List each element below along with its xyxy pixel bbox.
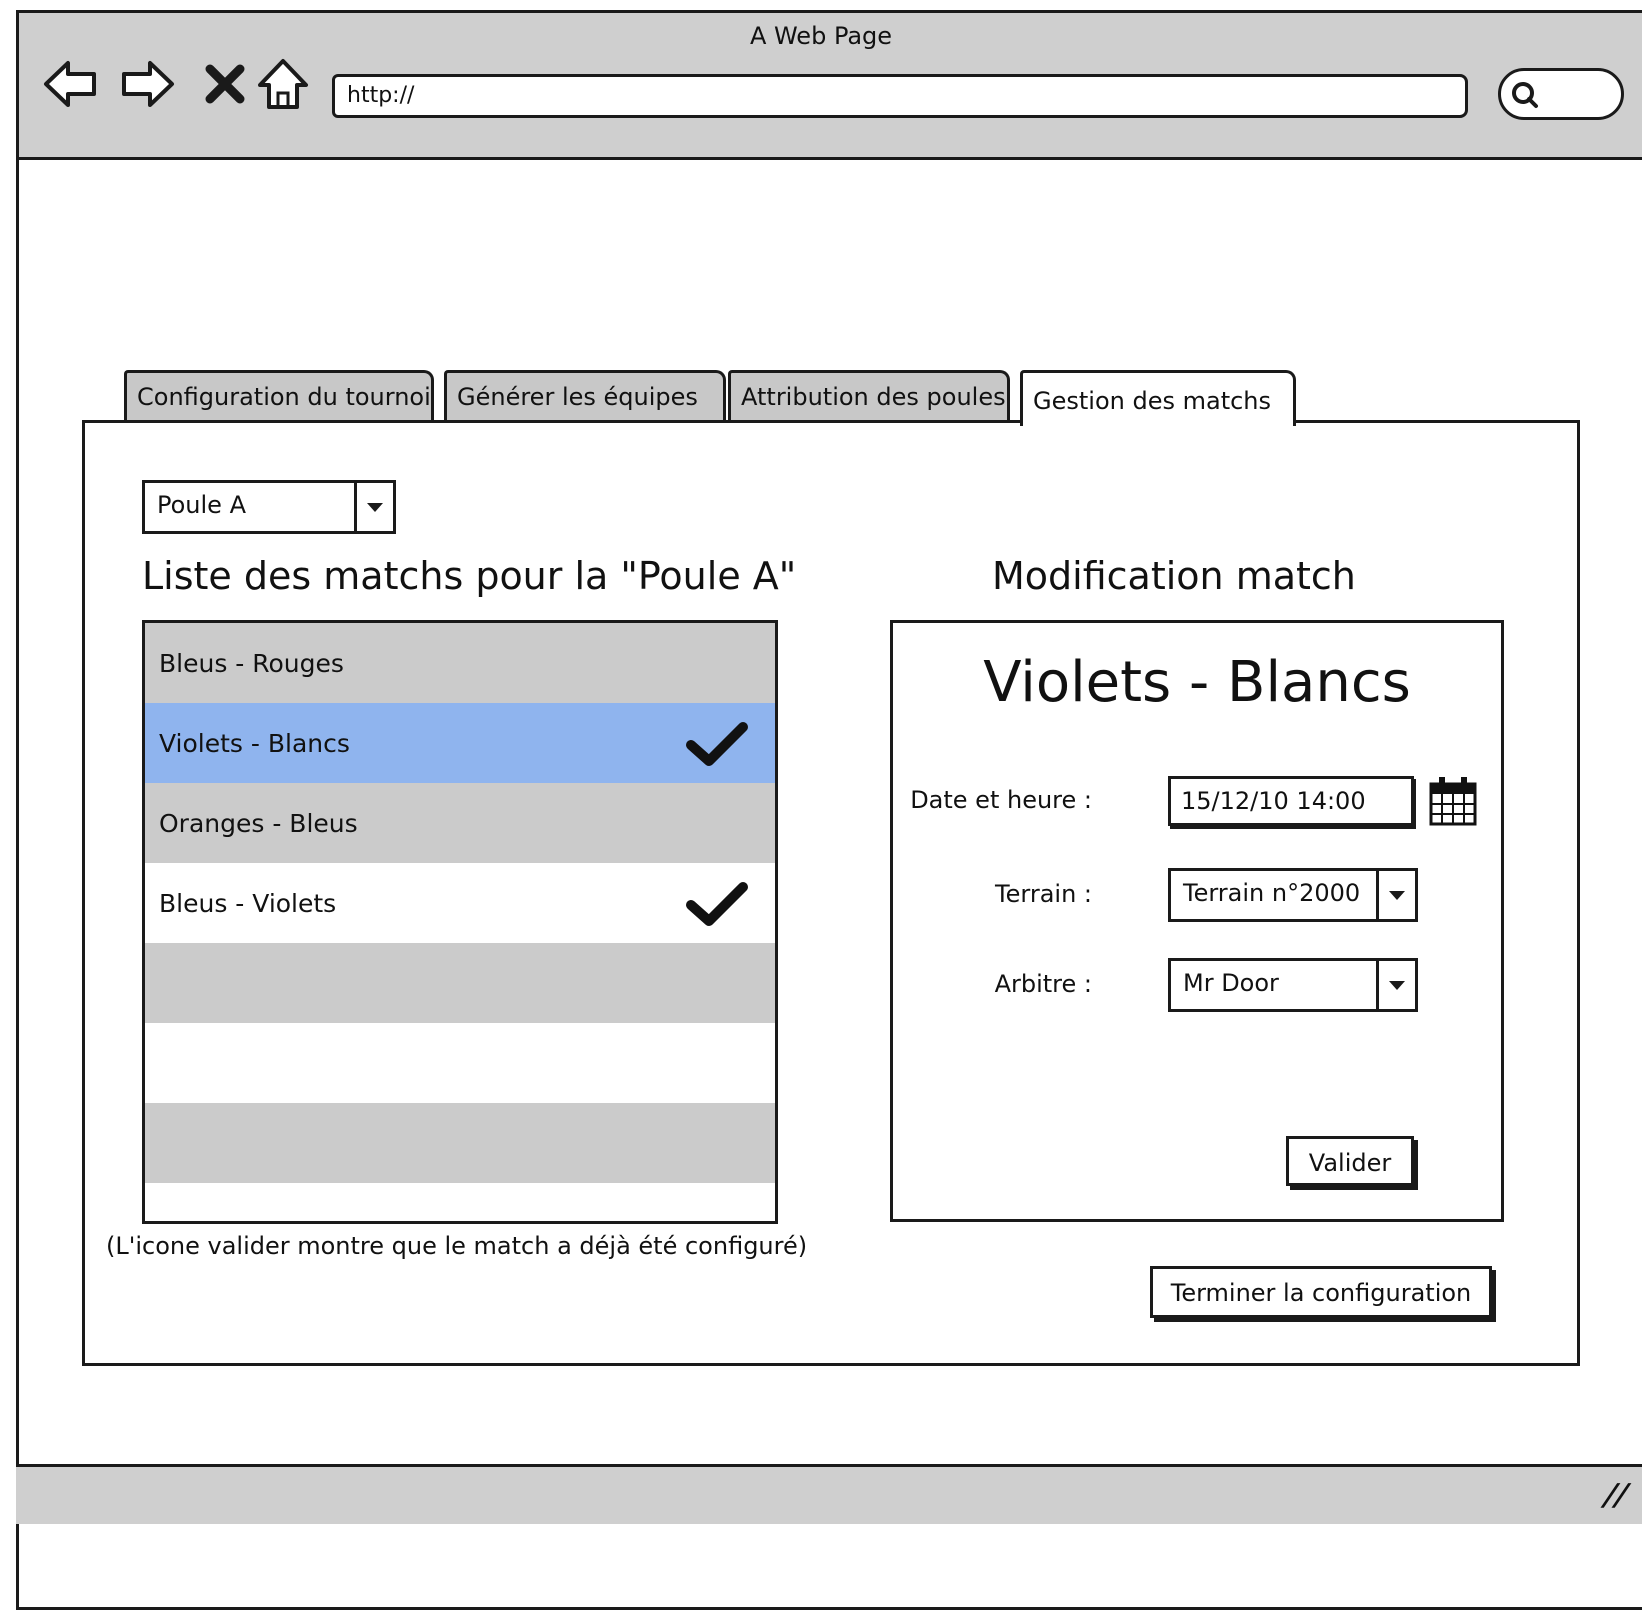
list-item[interactable] xyxy=(145,1023,775,1103)
pool-select[interactable]: Poule A xyxy=(142,480,396,534)
list-item-selected[interactable]: Violets - Blancs xyxy=(145,703,775,783)
date-label: Date et heure : xyxy=(910,786,1092,814)
chevron-down-icon[interactable] xyxy=(1376,871,1415,919)
tab-configuration-tournoi[interactable]: Configuration du tournoi xyxy=(124,370,434,420)
stop-icon[interactable] xyxy=(196,55,254,113)
match-list-heading: Liste des matchs pour la "Poule A" xyxy=(142,554,797,598)
tab-gestion-matchs[interactable]: Gestion des matchs xyxy=(1020,370,1296,426)
list-item[interactable] xyxy=(145,1183,775,1221)
arbitre-label: Arbitre : xyxy=(994,970,1092,998)
back-arrow-icon[interactable] xyxy=(42,55,100,113)
browser-search-field[interactable] xyxy=(1498,68,1624,120)
configured-note: (L'icone valider montre que le match a d… xyxy=(106,1232,808,1260)
tab-attribution-poules[interactable]: Attribution des poules xyxy=(728,370,1010,420)
search-icon xyxy=(1512,82,1538,108)
list-item[interactable]: Bleus - Rouges xyxy=(145,623,775,703)
list-item-label: Oranges - Bleus xyxy=(159,809,358,838)
list-item[interactable] xyxy=(145,943,775,1023)
list-item-label: Violets - Blancs xyxy=(159,729,350,758)
selected-match-title: Violets - Blancs xyxy=(983,650,1411,715)
terrain-label: Terrain : xyxy=(995,880,1092,908)
check-icon xyxy=(686,722,748,766)
home-icon[interactable] xyxy=(254,55,312,113)
terminer-configuration-button[interactable]: Terminer la configuration xyxy=(1150,1266,1492,1318)
valider-button[interactable]: Valider xyxy=(1286,1136,1414,1186)
arbitre-select[interactable]: Mr Door xyxy=(1168,958,1418,1012)
date-field[interactable]: 15/12/10 14:00 xyxy=(1168,776,1414,826)
forward-arrow-icon[interactable] xyxy=(118,55,176,113)
check-icon xyxy=(686,882,748,926)
pool-select-value: Poule A xyxy=(157,491,246,519)
match-list[interactable]: Bleus - Rouges Violets - Blancs Oranges … xyxy=(142,620,778,1224)
arbitre-select-value: Mr Door xyxy=(1183,969,1279,997)
terrain-select[interactable]: Terrain n°2000 xyxy=(1168,868,1418,922)
status-bar xyxy=(16,1464,1642,1524)
window-title: A Web Page xyxy=(749,22,893,50)
list-item-label: Bleus - Violets xyxy=(159,889,337,918)
tab-generer-equipes[interactable]: Générer les équipes xyxy=(444,370,726,420)
list-item[interactable]: Oranges - Bleus xyxy=(145,783,775,863)
url-bar[interactable]: http:// xyxy=(332,74,1468,118)
calendar-icon[interactable] xyxy=(1428,774,1478,828)
terrain-select-value: Terrain n°2000 xyxy=(1183,879,1361,907)
list-item[interactable] xyxy=(145,1103,775,1183)
chevron-down-icon[interactable] xyxy=(1376,961,1415,1009)
edit-heading: Modification match xyxy=(992,554,1356,598)
list-item[interactable]: Bleus - Violets xyxy=(145,863,775,943)
chevron-down-icon[interactable] xyxy=(354,483,393,531)
list-item-label: Bleus - Rouges xyxy=(159,649,344,678)
